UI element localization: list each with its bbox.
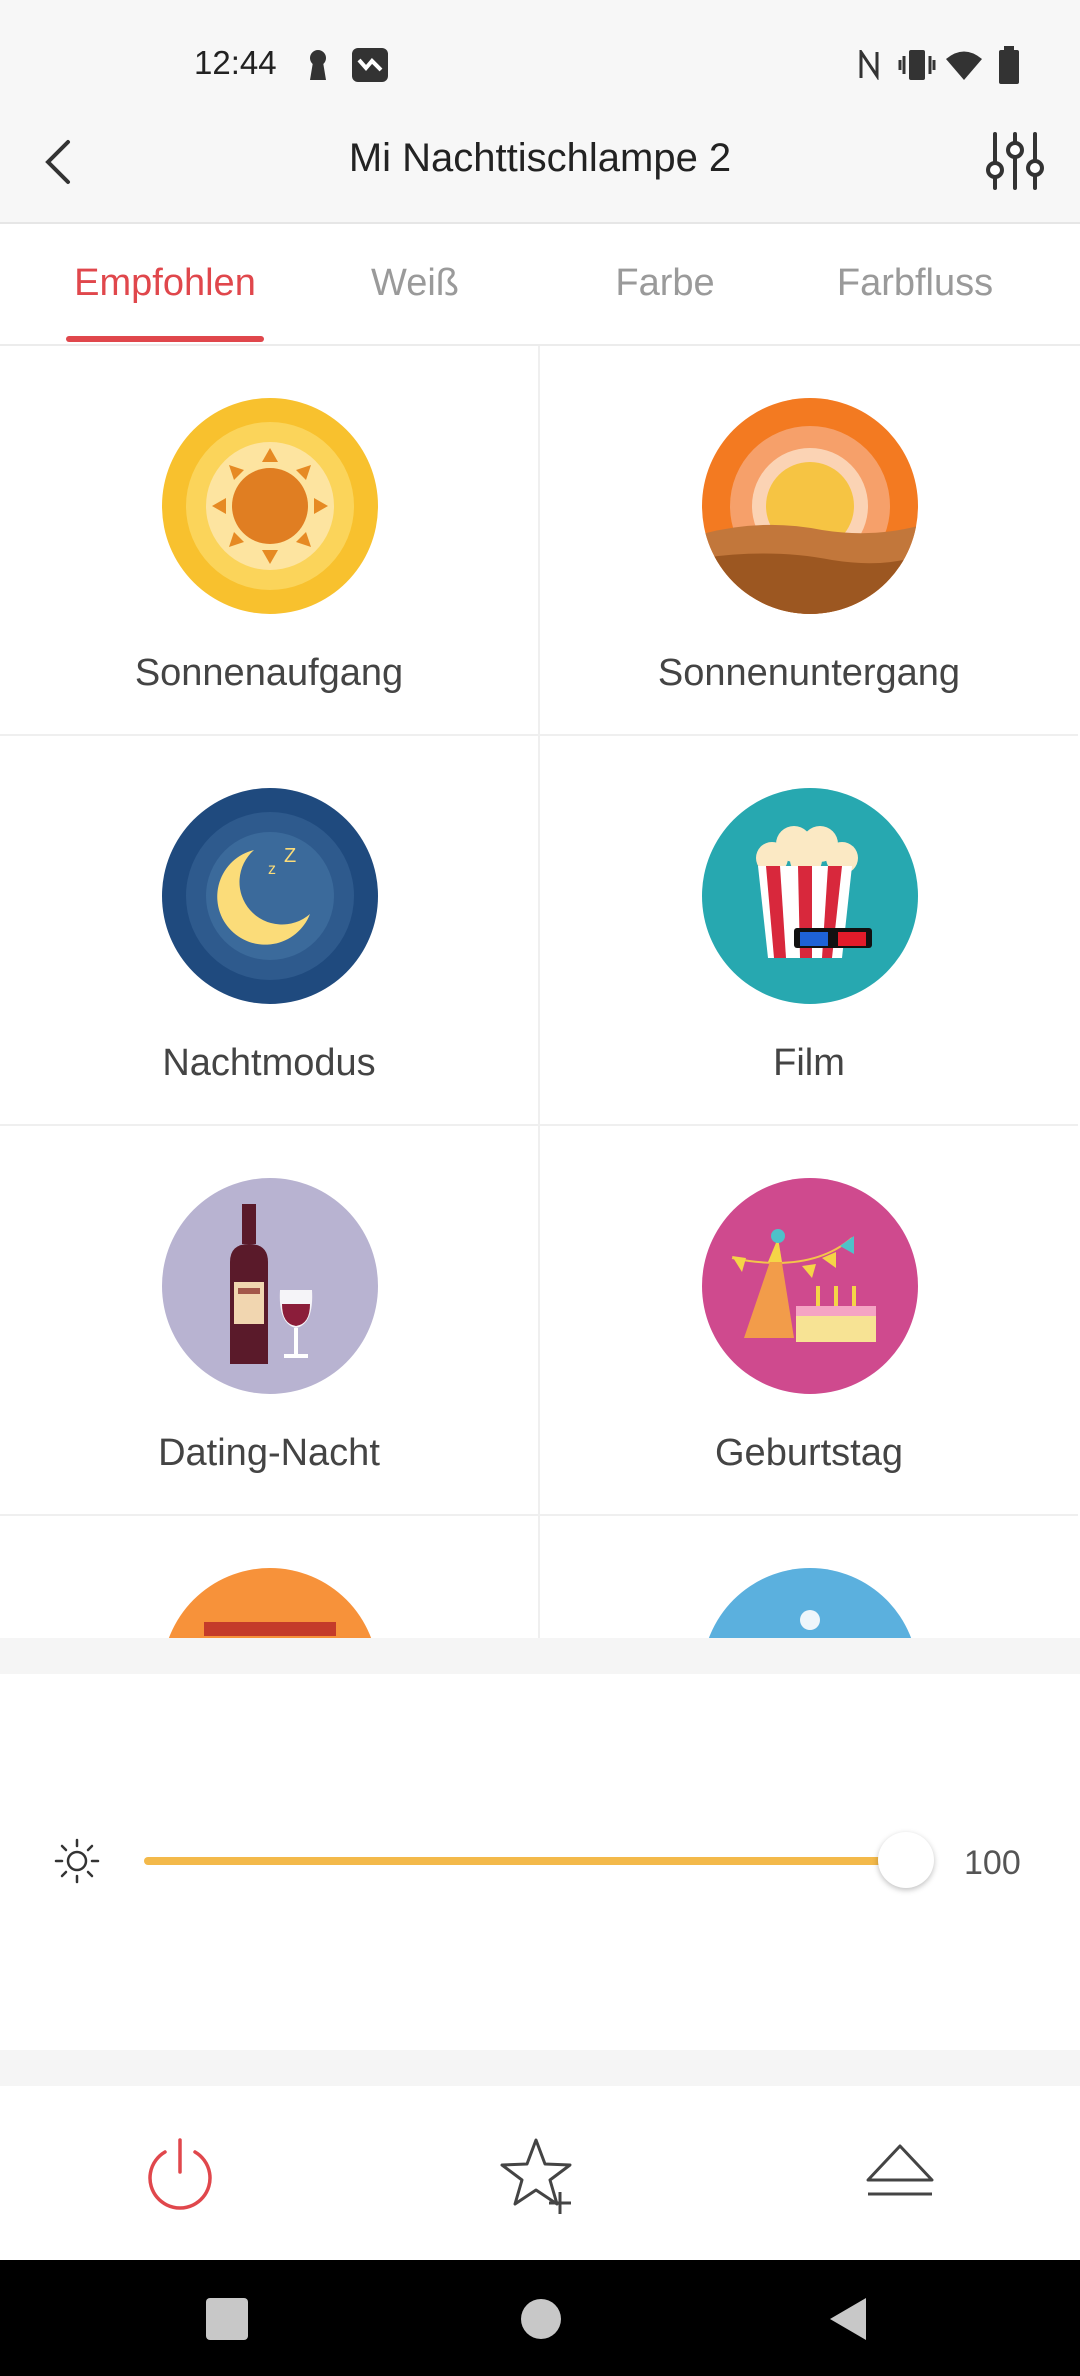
keyhole-icon [310,50,326,80]
scene-label: Film [773,1042,845,1084]
scene-label: Nachtmodus [162,1042,376,1084]
svg-text:z: z [268,861,276,878]
system-nav-bar [0,2260,1080,2376]
sunrise-icon [162,398,378,614]
scene-sonnenuntergang[interactable]: Sonnenuntergang [540,346,1078,736]
battery-icon [999,46,1019,84]
svg-text:Z: Z [284,845,296,867]
tab-weiss[interactable]: Weiß [290,262,540,305]
tab-farbfluss[interactable]: Farbfluss [790,262,1040,305]
status-time: 12:44 [194,44,277,81]
popcorn-icon [702,788,918,1004]
scene-label: Sonnenaufgang [134,652,404,694]
tab-bar: Empfohlen Weiß Farbe Farbfluss [0,224,1080,346]
page-title: Mi Nachttischlampe 2 [348,136,732,180]
section-divider [0,1638,1080,1674]
scene-sonnenaufgang[interactable]: Sonnenaufgang [0,346,540,736]
brightness-icon [54,1838,100,1884]
scene-label: Geburtstag [715,1432,903,1474]
nfc-icon [859,50,879,80]
add-favorite-star-icon[interactable] [498,2134,578,2214]
scene-icon [168,1568,372,1638]
scene-icon [708,1568,912,1638]
sunset-icon [702,398,918,614]
bottom-action-bar [0,2086,1080,2260]
scene-label: Sonnenuntergang [657,652,961,694]
app-notification-icon [352,48,388,82]
scene-film[interactable]: Film [540,736,1078,1126]
scene-dating-nacht[interactable]: Dating-Nacht [0,1126,540,1516]
scene-nachtmodus[interactable]: z Z Nachtmodus [0,736,540,1126]
party-icon [702,1178,918,1394]
wifi-icon [946,51,982,80]
tab-farbe[interactable]: Farbe [540,262,790,305]
home-button[interactable] [520,2298,562,2340]
recents-button[interactable] [206,2298,248,2340]
brightness-slider[interactable] [144,1857,906,1865]
power-button[interactable] [140,2134,220,2214]
scene-label: Dating-Nacht [158,1432,380,1474]
app-header: Mi Nachttischlampe 2 [0,100,1080,224]
wine-icon [162,1178,378,1394]
section-divider [0,2050,1080,2086]
brightness-slider-handle[interactable] [878,1832,934,1888]
scene-partial-left[interactable] [0,1516,540,1638]
brightness-value: 100 [964,1844,1021,1882]
brightness-panel: 100 [0,1674,1080,2050]
settings-sliders-icon[interactable] [980,126,1050,196]
tab-empfohlen[interactable]: Empfohlen [40,262,290,305]
scene-partial-right[interactable] [540,1516,1078,1638]
back-nav-button[interactable] [826,2296,868,2342]
moon-icon: z Z [162,788,378,1004]
scene-grid: Sonnenaufgang Sonnenuntergang z Z Nachtm… [0,346,1080,1638]
vibrate-icon [898,50,936,80]
active-tab-indicator [66,336,264,342]
scene-geburtstag[interactable]: Geburtstag [540,1126,1078,1516]
eject-icon[interactable] [860,2134,940,2214]
